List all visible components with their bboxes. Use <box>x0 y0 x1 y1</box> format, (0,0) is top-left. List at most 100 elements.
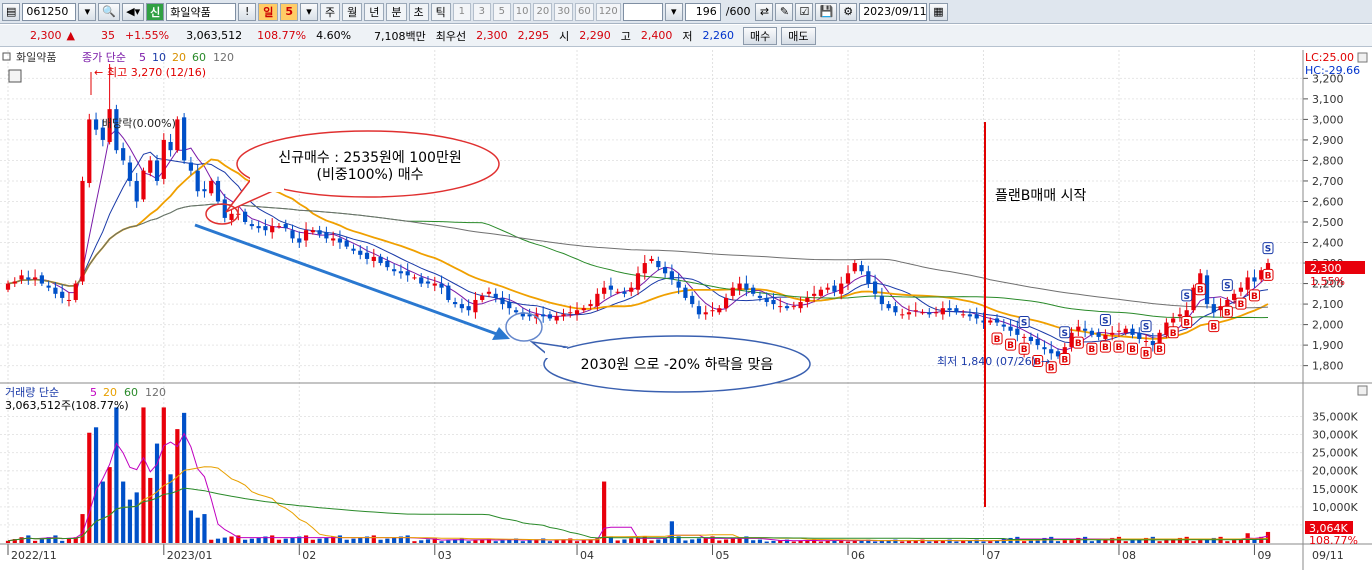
buy-signal-letter: B <box>1183 319 1190 329</box>
gear-icon[interactable]: ⚙ <box>839 2 858 21</box>
candle-body <box>412 277 417 279</box>
current-pct-tag: 1.55% <box>1310 275 1345 288</box>
candle-body <box>195 170 200 192</box>
calendar-icon[interactable]: ▦ <box>929 2 948 21</box>
candle-body <box>839 283 844 294</box>
period-month[interactable]: 월 <box>342 2 363 21</box>
volume-bar <box>818 541 824 543</box>
candle-body <box>80 180 85 282</box>
tick-option-1[interactable]: 1 <box>452 2 471 21</box>
period-second[interactable]: 초 <box>408 2 429 21</box>
tick-option-10[interactable]: 10 <box>512 2 532 21</box>
candle-body <box>1082 328 1088 331</box>
candle-body <box>947 308 952 311</box>
volume-bar <box>1022 541 1027 543</box>
volume-bar <box>872 541 878 543</box>
sell-signal-marker: S <box>1099 313 1111 326</box>
period-tick[interactable]: 틱 <box>430 2 451 21</box>
volume-bar <box>405 535 410 543</box>
sell-button[interactable]: 매도 <box>781 26 816 45</box>
volume-tick-label: 35,000K <box>1312 410 1358 423</box>
buy-signal-marker: B <box>1140 346 1152 359</box>
period-year[interactable]: 년 <box>364 2 385 21</box>
candle-body <box>568 312 573 314</box>
vol-panel-close-icon[interactable] <box>1357 385 1368 396</box>
volume-bar <box>690 539 695 543</box>
volume-bar <box>527 540 532 543</box>
tick-option-5[interactable]: 5 <box>492 2 511 21</box>
buy-signal-marker: B <box>1167 326 1179 339</box>
volume-bar <box>669 521 674 543</box>
candle-body <box>459 304 464 309</box>
price-panel-close-icon[interactable] <box>1357 52 1368 63</box>
volume-bar <box>771 540 776 543</box>
alert-icon[interactable]: ! <box>238 2 257 21</box>
count-input[interactable]: 196 <box>684 2 721 21</box>
dropdown-arrow-icon[interactable]: ▾ <box>78 2 97 21</box>
tick-option-120[interactable]: 120 <box>595 2 621 21</box>
candle-body <box>493 293 498 298</box>
candle-body <box>561 314 566 317</box>
tick-option-20[interactable]: 20 <box>533 2 553 21</box>
candle-body <box>547 314 553 319</box>
buy-signal-marker: B <box>1018 342 1030 355</box>
volume-bar <box>852 540 857 543</box>
volume-bar <box>53 535 58 543</box>
chevron-down-icon[interactable]: ▾ <box>664 2 683 21</box>
buy-signal-marker: B <box>1005 338 1017 351</box>
period-week[interactable]: 주 <box>320 2 341 21</box>
buy-signal-marker: B <box>1086 342 1098 355</box>
sell-signal-marker: S <box>1059 326 1071 339</box>
speaker-icon[interactable]: ◀▾ <box>122 2 145 21</box>
custom-period-input[interactable] <box>622 2 663 21</box>
candle-body <box>337 238 343 243</box>
checkbox-icon[interactable]: ☑ <box>795 2 814 21</box>
candle-body <box>480 295 485 300</box>
buy-note-mask <box>250 176 284 192</box>
candle-body <box>398 271 404 274</box>
date-field[interactable]: 2023/09/11 <box>859 2 928 21</box>
candle-body <box>364 252 370 259</box>
chart-tool-icon[interactable]: ✎ <box>775 2 794 21</box>
period-day[interactable]: 일 <box>258 2 279 21</box>
buy-button[interactable]: 매수 <box>743 26 778 45</box>
tick-option-60[interactable]: 60 <box>574 2 594 21</box>
period-minute[interactable]: 분 <box>386 2 407 21</box>
chevron-down-icon[interactable]: ▾ <box>300 2 318 21</box>
volume-bar <box>324 537 329 543</box>
volume-bar <box>229 536 234 543</box>
volume-bar <box>500 540 505 543</box>
stock-code-input[interactable]: 061250 <box>22 2 77 21</box>
high-marker-arrow: ← <box>94 66 103 79</box>
stock-name-field[interactable]: 화일약품 <box>166 2 237 21</box>
candle-body <box>961 314 966 316</box>
candle-body <box>1171 318 1176 323</box>
candle-body <box>351 248 356 251</box>
price-tick-label: 2,700 <box>1312 175 1344 188</box>
grid-toggle-icon[interactable] <box>8 69 22 83</box>
legend-ma20: 20 <box>172 51 186 64</box>
period-count[interactable]: 5 <box>280 2 298 21</box>
volume-bar <box>615 540 620 543</box>
volume-bar <box>981 541 986 543</box>
candle-body <box>419 277 424 284</box>
arrows-icon[interactable]: ⇄ <box>755 2 774 21</box>
candle-body <box>452 302 458 305</box>
sell-signal-letter: S <box>1143 323 1149 333</box>
tick-option-3[interactable]: 3 <box>472 2 491 21</box>
candle-body <box>622 291 627 294</box>
sell-signal-letter: S <box>1265 245 1271 255</box>
buy-signal-marker: B <box>1262 268 1274 281</box>
volume-bar <box>1096 540 1101 543</box>
hc-label: HC:-29.66 <box>1305 64 1360 77</box>
candle-body <box>1022 336 1027 338</box>
time-tick-label: 2022/11 <box>11 549 57 562</box>
menu-icon[interactable]: ▤ <box>2 2 21 21</box>
volume-bar <box>290 537 295 543</box>
price-tick-label: 2,400 <box>1312 237 1344 250</box>
search-icon[interactable]: 🔍 <box>98 2 121 21</box>
low: 2,260 <box>702 29 735 42</box>
candle-body <box>1143 341 1149 343</box>
tick-option-30[interactable]: 30 <box>554 2 573 21</box>
save-icon[interactable]: 💾 <box>815 2 838 21</box>
